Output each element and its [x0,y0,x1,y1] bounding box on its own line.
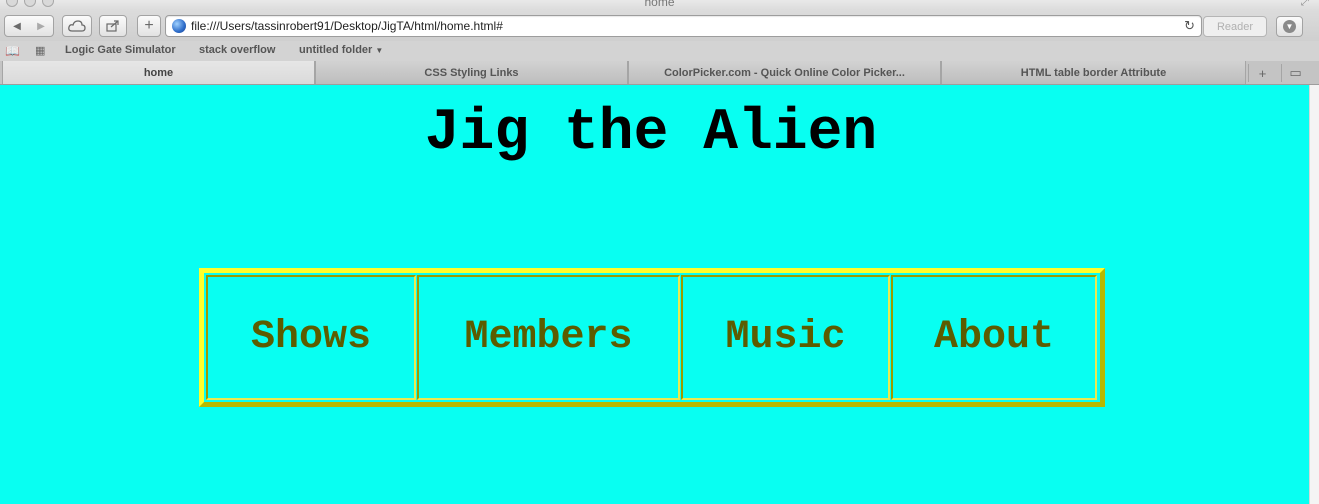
reader-button[interactable]: Reader [1203,16,1267,37]
new-tab-button[interactable]: + [137,15,161,37]
tab-html-table-border[interactable]: HTML table border Attribute [941,61,1246,84]
nav-table: Shows Members Music About [199,268,1105,407]
plus-icon: + [144,17,154,34]
bookmark-untitled-folder[interactable]: untitled folder ▼ [299,44,383,56]
nav-link-shows[interactable]: Shows [206,275,416,400]
bookmarks-bar: 📖 ▦ Logic Gate Simulator stack overflow … [0,41,1319,61]
back-arrow-icon[interactable]: ◀ [5,21,29,32]
new-tab-plus-icon[interactable]: + [1248,64,1276,82]
bookmark-logic-gate-simulator[interactable]: Logic Gate Simulator [65,44,176,56]
nav-link-members[interactable]: Members [417,275,680,400]
nav-link-about[interactable]: About [891,275,1097,400]
bookmark-folder-label: untitled folder [299,44,373,56]
bookmark-stack-overflow[interactable]: stack overflow [199,44,275,56]
forward-arrow-icon[interactable]: ▶ [29,21,53,32]
address-bar[interactable]: file:///Users/tassinrobert91/Desktop/Jig… [165,15,1202,37]
reading-list-icon[interactable]: 📖 [5,44,20,58]
nav-link-music[interactable]: Music [681,275,890,400]
page-title: Jig the Alien [424,101,878,166]
reload-icon[interactable]: ↻ [1184,18,1195,34]
cloud-icon [68,20,86,32]
tab-overview-icon[interactable]: ▭ [1281,64,1309,82]
window-titlebar: home ⤢ [0,0,1319,10]
share-icon [106,20,119,32]
url-text[interactable]: file:///Users/tassinrobert91/Desktop/Jig… [191,19,503,33]
share-button[interactable] [99,15,127,37]
browser-toolbar: ◀ ▶ + file:///Users/tassinrobert91/Deskt… [0,10,1319,41]
back-forward-control: ◀ ▶ [4,15,54,37]
fullscreen-icon[interactable]: ⤢ [1301,0,1309,8]
icloud-tabs-button[interactable] [62,15,92,37]
tab-colorpicker[interactable]: ColorPicker.com - Quick Online Color Pic… [628,61,941,84]
web-page: Jig the Alien Shows Members Music About [0,85,1309,504]
top-sites-icon[interactable]: ▦ [35,44,45,57]
download-arrow-icon: ▼ [1283,20,1296,33]
chevron-down-icon: ▼ [375,46,384,55]
tab-home[interactable]: home [2,61,315,84]
globe-icon [172,19,186,33]
tab-css-styling-links[interactable]: CSS Styling Links [315,61,628,84]
window-edge [1309,85,1319,504]
downloads-button[interactable]: ▼ [1276,16,1303,37]
window-title: home [644,0,675,9]
tab-bar: home CSS Styling Links ColorPicker.com -… [0,61,1319,85]
